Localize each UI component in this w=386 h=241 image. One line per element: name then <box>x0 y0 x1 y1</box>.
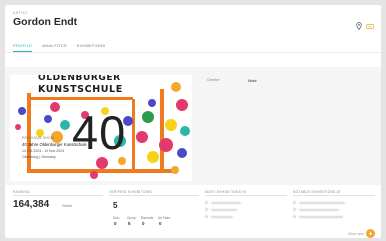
show-more-button[interactable] <box>366 229 375 238</box>
blurred-list-item <box>211 201 241 204</box>
exhibitions-count: 5 <box>113 201 118 210</box>
artist-label: ARTIST <box>13 11 28 15</box>
previous-show-label: PREVIOUS SHOW <box>22 136 55 140</box>
exhibition-image[interactable]: OLDENBURGER KUNSTSCHULE 40 PREVIOUS SHOW… <box>10 75 192 181</box>
list-item-marker <box>293 215 296 218</box>
comment-button[interactable] <box>366 17 374 35</box>
list-item-marker <box>293 208 296 211</box>
tab-analytics[interactable]: ANALYTICS <box>42 43 67 52</box>
group-label: Group <box>127 216 136 220</box>
poster-title-line2: KUNSTSCHULE <box>38 84 123 95</box>
artist-name: Gordon Endt <box>13 16 78 28</box>
blurred-list-item <box>299 208 339 211</box>
solo-count: 0 <box>114 221 117 226</box>
blurred-list-item <box>299 201 345 204</box>
art-fairs-label: Art Fairs <box>158 216 171 220</box>
tab-bar: PROFILE ANALYTICS EXHIBITIONS <box>13 43 106 52</box>
biennale-label: Biennale <box>141 216 154 220</box>
blurred-list-item <box>211 215 233 218</box>
artist-card: ARTIST Gordon Endt PROFILE ANALYTICS EXH… <box>5 5 381 238</box>
most-exhibitions-label: MOST EXHIBITIONS IN <box>205 190 247 194</box>
exhibitions-label: VERIFIED EXHIBITIONS <box>109 190 153 194</box>
list-item-marker <box>205 208 208 211</box>
notable-exhibitions-rule <box>293 195 375 196</box>
list-item-marker <box>205 201 208 204</box>
ranking-scope: Global <box>62 204 72 208</box>
poster-number: 40 <box>72 106 127 159</box>
tab-divider <box>5 52 381 53</box>
exhibitions-rule <box>109 195 199 196</box>
notable-exhibitions-label: NOTABLE EXHIBITIONS AT <box>293 190 342 194</box>
header-actions <box>356 17 374 35</box>
biennale-count: 0 <box>142 221 145 226</box>
gender-value: Male <box>248 78 257 83</box>
poster-title-line1: OLDENBURGER <box>38 75 121 83</box>
comment-icon <box>366 24 374 29</box>
ranking-label: RANKING <box>13 190 31 194</box>
exhibition-location: Oldenburg | Germany <box>22 155 56 159</box>
tab-exhibitions[interactable]: EXHIBITIONS <box>77 43 106 52</box>
pin-button[interactable] <box>356 17 362 35</box>
gender-label: Gender <box>207 78 220 82</box>
solo-label: Solo <box>113 216 120 220</box>
plus-icon <box>368 231 373 236</box>
list-item-marker <box>205 215 208 218</box>
tab-profile[interactable]: PROFILE <box>13 43 33 52</box>
most-exhibitions-rule <box>205 195 287 196</box>
pin-icon <box>356 22 362 31</box>
group-count: 5 <box>128 221 131 226</box>
exhibition-dates: 14 Oct 2024 - 10 Nov 2024 <box>22 149 65 153</box>
art-fairs-count: 0 <box>159 221 162 226</box>
list-item-marker <box>293 201 296 204</box>
blurred-list-item <box>299 215 343 218</box>
show-more-link[interactable]: Show more <box>348 232 364 236</box>
blurred-list-item <box>211 208 237 211</box>
ranking-rule <box>13 195 103 196</box>
exhibition-title[interactable]: 40 Jahre Oldenburger Kunstschule <box>22 142 87 147</box>
ranking-value: 164,384 <box>13 199 50 210</box>
